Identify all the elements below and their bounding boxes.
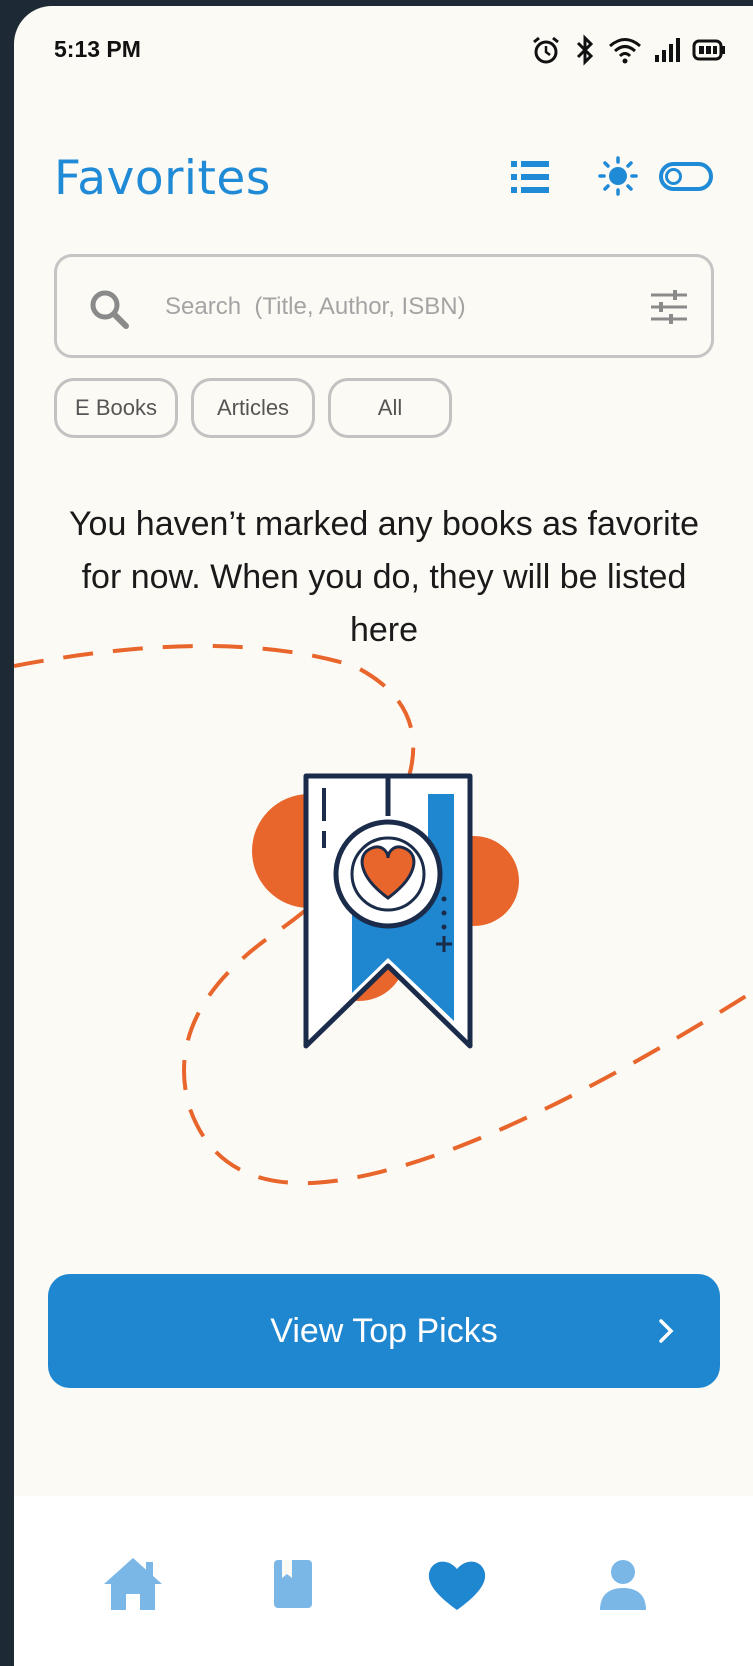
sun-icon [598,156,638,196]
status-bar: 5:13 PM [14,6,753,96]
theme-toggle[interactable] [659,162,713,191]
profile-icon[interactable] [590,1554,656,1614]
bookmark-icon [303,773,473,1049]
wifi-icon [609,38,641,64]
chip-all[interactable]: All [328,378,452,438]
favorite-bookmark-illustration [14,644,753,1186]
view-top-picks-button[interactable]: View Top Picks [48,1274,720,1388]
filter-sliders-icon[interactable] [649,289,689,325]
empty-state-message: You haven’t marked any books as favorite… [68,505,699,649]
chip-articles[interactable]: Articles [191,378,315,438]
toggle-knob [665,168,682,185]
page-title: Favorites [54,151,271,206]
chevron-right-icon [659,1319,674,1343]
alarm-icon [533,36,559,64]
status-icons [530,34,726,66]
status-time: 5:13 PM [54,36,141,62]
search-input[interactable] [163,283,607,331]
battery-icon [692,39,725,61]
search-icon [90,290,129,329]
book-icon[interactable] [260,1554,326,1614]
phone-screen: 5:13 PM Favorites Search (Title, Author,… [14,6,753,1666]
bluetooth-icon [576,34,594,66]
search-bar[interactable] [54,254,714,358]
signal-icon [655,38,680,62]
heart-icon[interactable] [424,1554,490,1614]
chip-ebooks[interactable]: E Books [54,378,178,438]
list-view-icon[interactable] [511,160,549,194]
bottom-navigation [14,1496,753,1666]
home-icon[interactable] [100,1554,166,1614]
cta-label: View Top Picks [270,1312,498,1350]
